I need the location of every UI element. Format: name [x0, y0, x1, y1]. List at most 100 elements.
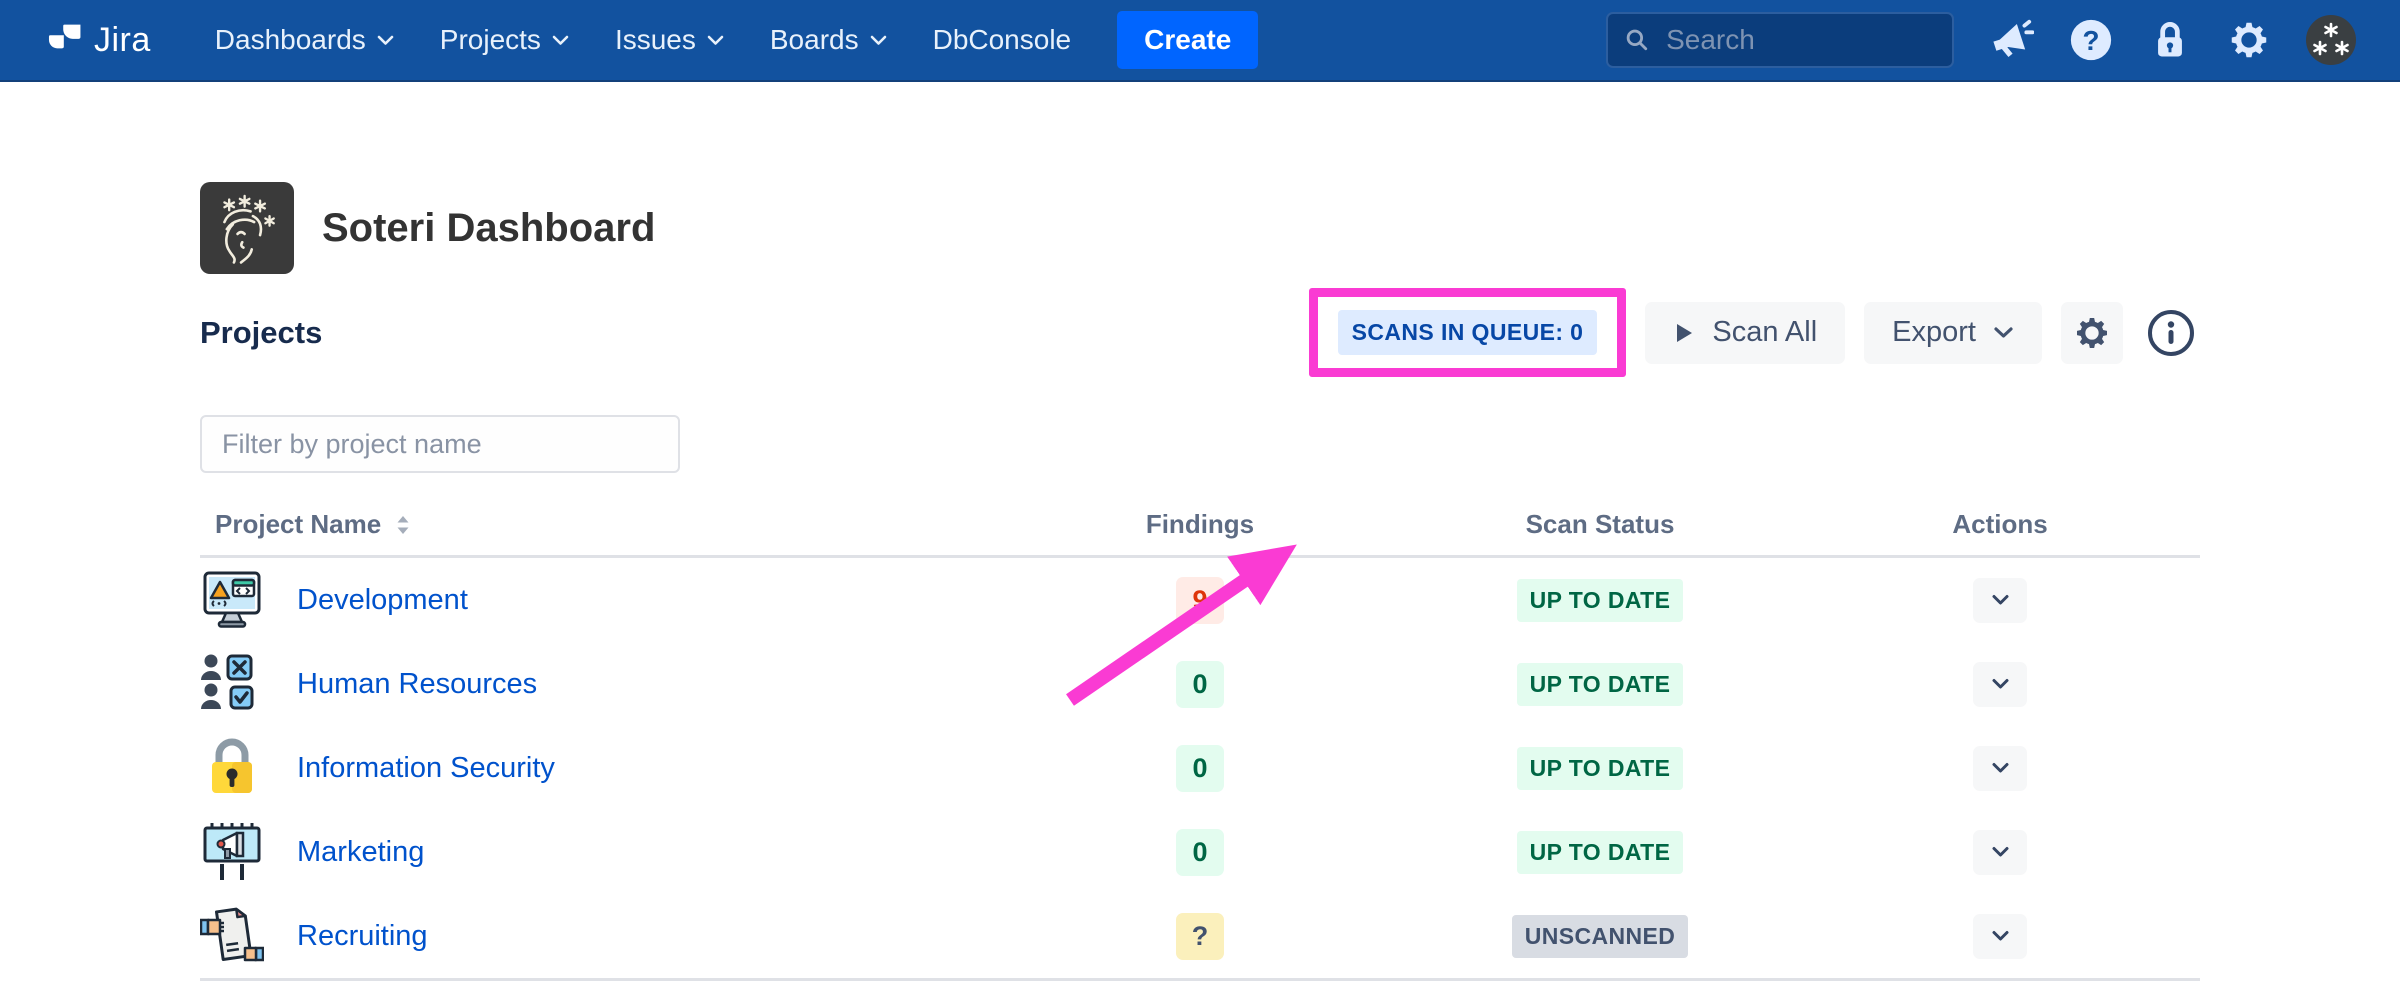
row-actions-button[interactable] [1973, 914, 2027, 959]
megaphone-icon [1988, 17, 2034, 63]
column-header-scan-status: Scan Status [1400, 509, 1800, 540]
table-row: Marketing 0 UP TO DATE [200, 810, 2200, 894]
table-body: Development 9 UP TO DATE [200, 558, 2200, 981]
lock-icon [2148, 18, 2192, 62]
controls-row: Projects SCANS IN QUEUE: 0 Scan All Expo… [200, 288, 2200, 377]
permissions-button[interactable] [2148, 18, 2192, 62]
project-link[interactable]: Human Resources [297, 668, 537, 701]
top-nav: Jira Dashboards Projects Issues Boards D… [0, 0, 2400, 82]
jira-brand-text: Jira [94, 21, 151, 60]
jira-logo-icon [46, 21, 84, 59]
chevron-down-icon [377, 35, 394, 46]
nav-right: ? [1606, 12, 2356, 68]
project-link[interactable]: Recruiting [297, 920, 428, 953]
search-box[interactable] [1606, 12, 1954, 68]
table-row: Information Security 0 UP TO DATE [200, 726, 2200, 810]
scan-status-badge: UP TO DATE [1517, 831, 1684, 874]
svg-text:?: ? [2083, 25, 2100, 56]
feedback-button[interactable] [1988, 17, 2034, 63]
findings-badge: 0 [1176, 661, 1223, 708]
user-avatar [2306, 15, 2356, 65]
scan-status-badge: UP TO DATE [1517, 663, 1684, 706]
chevron-down-icon [870, 35, 887, 46]
chevron-down-icon [1991, 846, 2010, 858]
recruiting-project-icon [200, 904, 264, 968]
table-row: Development 9 UP TO DATE [200, 558, 2200, 642]
nav-item-dashboards[interactable]: Dashboards [215, 24, 394, 56]
dashboard-title-row: Soteri Dashboard [200, 182, 2200, 274]
table-row: Recruiting ? UNSCANNED [200, 894, 2200, 978]
nav-item-projects[interactable]: Projects [440, 24, 569, 56]
info-button[interactable] [2142, 302, 2200, 364]
project-filter-input[interactable] [200, 415, 680, 473]
nav-item-label: Issues [615, 24, 696, 56]
information-security-project-icon [200, 736, 264, 800]
chevron-down-icon [1991, 678, 2010, 690]
nav-item-label: DbConsole [933, 24, 1072, 56]
scans-in-queue-badge: SCANS IN QUEUE: 0 [1338, 310, 1598, 355]
jira-logo[interactable]: Jira [46, 21, 151, 60]
settings-button[interactable] [2226, 17, 2272, 63]
project-icon [200, 652, 264, 716]
export-button[interactable]: Export [1864, 302, 2042, 364]
development-project-icon [200, 568, 264, 632]
main-content: Soteri Dashboard Projects SCANS IN QUEUE… [0, 182, 2400, 981]
table-row: Human Resources 0 UP TO DATE [200, 642, 2200, 726]
project-link[interactable]: Marketing [297, 836, 424, 869]
row-actions-button[interactable] [1973, 746, 2027, 791]
chevron-down-icon [1991, 594, 2010, 606]
projects-table: Project Name Findings Scan Status Action… [200, 509, 2200, 981]
column-header-project-name[interactable]: Project Name [200, 509, 1000, 540]
row-actions-button[interactable] [1973, 830, 2027, 875]
dashboard-settings-button[interactable] [2061, 302, 2123, 364]
findings-badge: 0 [1176, 829, 1223, 876]
soteri-logo [200, 182, 294, 274]
nav-item-label: Boards [770, 24, 859, 56]
help-button[interactable]: ? [2068, 17, 2114, 63]
create-button[interactable]: Create [1117, 11, 1258, 69]
findings-badge: ? [1176, 913, 1225, 960]
project-icon [200, 904, 264, 968]
search-input[interactable] [1664, 23, 1936, 57]
nav-item-boards[interactable]: Boards [770, 24, 887, 56]
play-icon [1673, 321, 1695, 345]
table-header: Project Name Findings Scan Status Action… [200, 509, 2200, 558]
row-actions-button[interactable] [1973, 578, 2027, 623]
scan-all-label: Scan All [1712, 316, 1817, 349]
chevron-down-icon [1991, 762, 2010, 774]
chevron-down-icon [1991, 930, 2010, 942]
project-link[interactable]: Information Security [297, 752, 555, 785]
gear-icon [2226, 17, 2272, 63]
export-label: Export [1892, 316, 1976, 349]
nav-menu: Dashboards Projects Issues Boards DbCons… [215, 24, 1117, 56]
profile-button[interactable] [2306, 15, 2356, 65]
gear-icon [2072, 313, 2112, 353]
column-header-findings: Findings [1000, 509, 1400, 540]
project-icon [200, 568, 264, 632]
chevron-down-icon [552, 35, 569, 46]
project-icon [200, 820, 264, 884]
projects-heading: Projects [200, 315, 322, 351]
column-header-actions: Actions [1800, 509, 2200, 540]
nav-item-issues[interactable]: Issues [615, 24, 724, 56]
toolbar: SCANS IN QUEUE: 0 Scan All Export [1309, 288, 2200, 377]
info-icon [2145, 307, 2197, 359]
row-actions-button[interactable] [1973, 662, 2027, 707]
annotation-highlight-box: SCANS IN QUEUE: 0 [1309, 288, 1627, 377]
sort-icon [395, 514, 411, 536]
scan-all-button[interactable]: Scan All [1645, 302, 1845, 364]
findings-badge: 9 [1176, 577, 1223, 624]
page-title: Soteri Dashboard [322, 206, 655, 251]
nav-item-label: Projects [440, 24, 541, 56]
human-resources-project-icon [200, 652, 264, 716]
chevron-down-icon [1993, 326, 2014, 339]
scan-status-badge: UP TO DATE [1517, 747, 1684, 790]
help-icon: ? [2068, 17, 2114, 63]
chevron-down-icon [707, 35, 724, 46]
project-link[interactable]: Development [297, 584, 468, 617]
project-icon [200, 736, 264, 800]
scan-status-badge: UP TO DATE [1517, 579, 1684, 622]
nav-item-dbconsole[interactable]: DbConsole [933, 24, 1072, 56]
nav-item-label: Dashboards [215, 24, 366, 56]
findings-badge: 0 [1176, 745, 1223, 792]
